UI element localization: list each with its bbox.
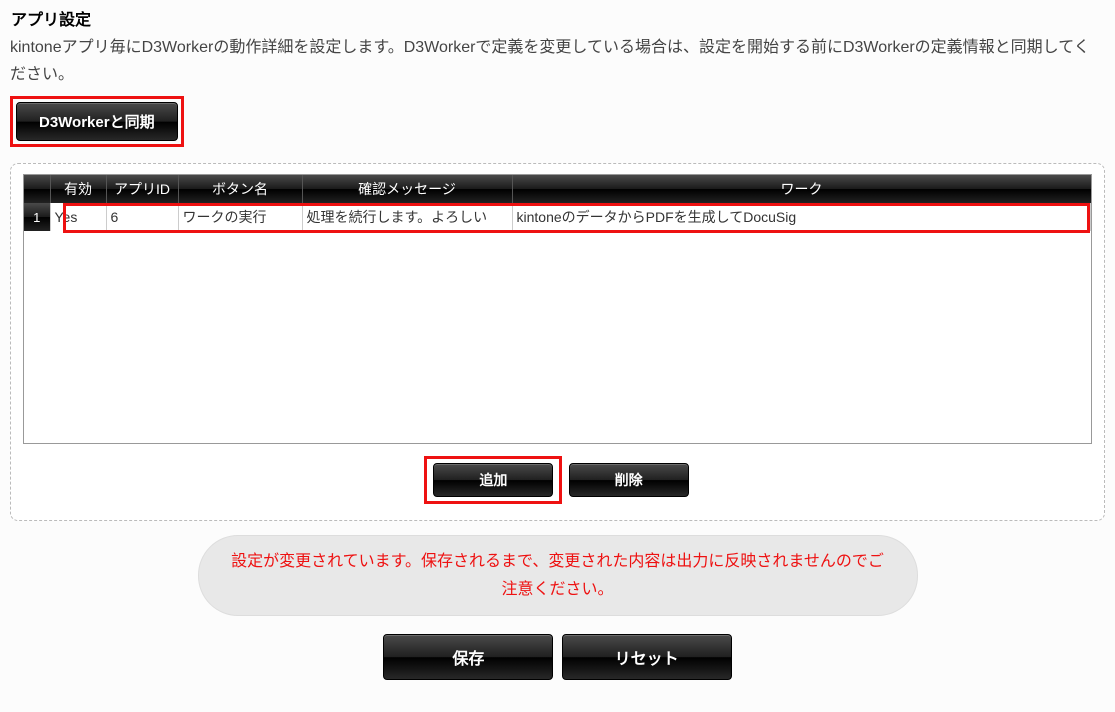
cell-confirm[interactable]: 処理を続行します。よろしい xyxy=(302,203,512,231)
add-button[interactable]: 追加 xyxy=(433,463,553,497)
cell-button[interactable]: ワークの実行 xyxy=(178,203,302,231)
save-button[interactable]: 保存 xyxy=(383,634,553,680)
page-title: アプリ設定 xyxy=(10,6,1105,30)
col-header-button: ボタン名 xyxy=(178,175,302,203)
settings-table: 有効 アプリID ボタン名 確認メッセージ ワーク 1 Yes 6 ワークの実行… xyxy=(24,175,1091,231)
col-header-enabled: 有効 xyxy=(50,175,106,203)
status-message: 設定が変更されています。保存されるまで、変更された内容は出力に反映されませんので… xyxy=(198,535,918,615)
cell-appid[interactable]: 6 xyxy=(106,203,178,231)
cell-work[interactable]: kintoneのデータからPDFを生成してDocuSig xyxy=(512,203,1091,231)
table-row[interactable]: 1 Yes 6 ワークの実行 処理を続行します。よろしい kintoneのデータ… xyxy=(24,203,1091,231)
bottom-button-row: 保存 リセット xyxy=(10,634,1105,680)
settings-table-container: 有効 アプリID ボタン名 確認メッセージ ワーク 1 Yes 6 ワークの実行… xyxy=(23,174,1092,444)
col-header-rownum xyxy=(24,175,50,203)
table-button-row: 追加 削除 xyxy=(23,456,1092,504)
sync-button[interactable]: D3Workerと同期 xyxy=(16,102,178,141)
cell-enabled[interactable]: Yes xyxy=(50,203,106,231)
page-description: kintoneアプリ毎にD3Workerの動作詳細を設定します。D3Worker… xyxy=(10,34,1100,88)
cell-rownum: 1 xyxy=(24,203,50,231)
reset-button[interactable]: リセット xyxy=(562,634,732,680)
delete-button[interactable]: 削除 xyxy=(569,463,689,497)
col-header-appid: アプリID xyxy=(106,175,178,203)
col-header-work: ワーク xyxy=(512,175,1091,203)
settings-panel: 有効 アプリID ボタン名 確認メッセージ ワーク 1 Yes 6 ワークの実行… xyxy=(10,163,1105,521)
sync-button-highlight: D3Workerと同期 xyxy=(10,96,184,147)
col-header-confirm: 確認メッセージ xyxy=(302,175,512,203)
add-button-highlight: 追加 xyxy=(424,456,562,504)
